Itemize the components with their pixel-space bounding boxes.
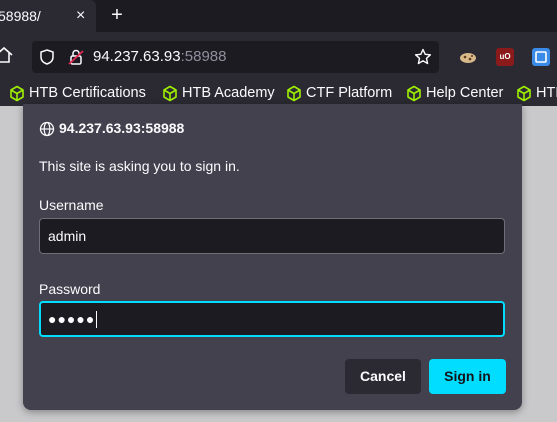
home-icon[interactable] bbox=[0, 46, 14, 64]
password-field[interactable]: ●●●●● bbox=[39, 301, 505, 337]
bookmark-label: CTF Platform bbox=[306, 85, 393, 101]
tab-title: 58988/ bbox=[0, 8, 41, 24]
url-port: :58988 bbox=[180, 48, 227, 65]
extension-icon[interactable] bbox=[532, 48, 550, 66]
htb-cube-icon bbox=[407, 85, 421, 102]
shield-icon[interactable] bbox=[38, 48, 56, 66]
username-label: Username bbox=[39, 197, 104, 213]
insecure-lock-icon[interactable] bbox=[68, 48, 84, 66]
htb-cube-icon bbox=[163, 85, 177, 102]
cancel-button[interactable]: Cancel bbox=[345, 359, 421, 394]
sign-in-button[interactable]: Sign in bbox=[429, 359, 506, 394]
text-caret bbox=[96, 310, 98, 328]
bookmark-label: HTB Certifications bbox=[29, 85, 146, 101]
dialog-message: This site is asking you to sign in. bbox=[39, 158, 240, 174]
password-value: ●●●●● bbox=[48, 311, 96, 327]
password-label: Password bbox=[39, 281, 101, 297]
globe-icon bbox=[39, 121, 55, 137]
bookmark-label: Help Center bbox=[426, 85, 504, 101]
address-bar[interactable]: 94.237.63.93:58988 bbox=[32, 41, 439, 73]
url-host: 94.237.63.93 bbox=[93, 48, 181, 65]
dialog-origin: 94.237.63.93:58988 bbox=[59, 120, 185, 136]
bookmark-label: HTB Academy bbox=[182, 85, 275, 101]
tab-strip: 58988/ × + bbox=[0, 0, 557, 32]
puzzle-icon bbox=[535, 51, 547, 63]
username-value: admin bbox=[48, 228, 87, 244]
bookmark-label: HTB bbox=[536, 85, 557, 101]
new-tab-button[interactable]: + bbox=[108, 0, 126, 32]
browser-tab[interactable]: 58988/ × bbox=[0, 0, 96, 32]
url-text[interactable]: 94.237.63.93:58988 bbox=[93, 41, 226, 73]
navigation-toolbar: 94.237.63.93:58988 uO bbox=[0, 32, 557, 80]
username-field[interactable]: admin bbox=[39, 218, 505, 254]
ublock-extension-icon[interactable]: uO bbox=[496, 48, 514, 66]
htb-cube-icon bbox=[10, 85, 24, 102]
tab-close-icon[interactable]: × bbox=[76, 0, 85, 32]
extension-cookie-icon[interactable] bbox=[459, 48, 477, 66]
bookmark-star-icon[interactable] bbox=[414, 48, 432, 66]
htb-cube-icon bbox=[287, 85, 301, 102]
bookmarks-toolbar: HTB Certifications HTB Academy CTF Platf… bbox=[0, 80, 557, 106]
auth-dialog: 94.237.63.93:58988 This site is asking y… bbox=[23, 104, 522, 410]
htb-cube-icon bbox=[517, 85, 531, 102]
